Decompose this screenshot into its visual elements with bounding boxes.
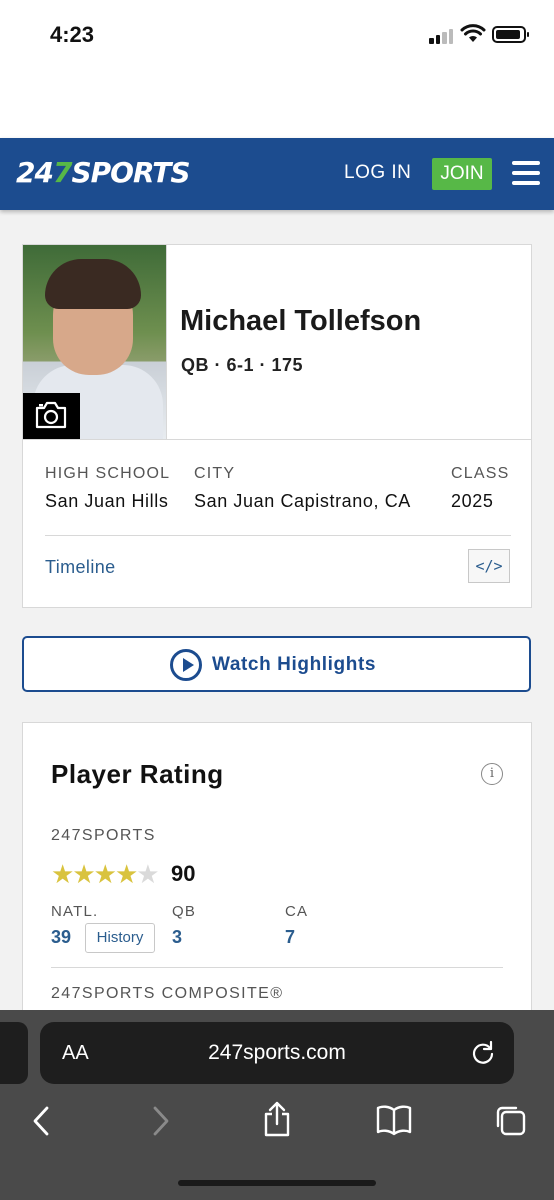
star-filled-icon: ★ bbox=[93, 859, 117, 889]
camera-icon bbox=[35, 401, 67, 429]
photo-divider bbox=[166, 245, 167, 439]
player-name: Michael Tollefson bbox=[180, 305, 422, 337]
star-empty-icon: ★ bbox=[136, 859, 159, 889]
player-photo[interactable] bbox=[23, 245, 166, 439]
player-position-height-weight: QB · 6-1 · 175 bbox=[181, 355, 304, 375]
bookmarks-icon[interactable] bbox=[376, 1104, 412, 1136]
class-label: CLASS bbox=[451, 465, 510, 482]
share-icon[interactable] bbox=[262, 1100, 292, 1138]
back-icon[interactable] bbox=[30, 1104, 52, 1138]
rank-state-label: CA bbox=[285, 903, 309, 920]
player-profile-card: Michael Tollefson QB · 6-1 · 175 HIGH SC… bbox=[22, 244, 532, 608]
city-label: CITY bbox=[194, 465, 236, 482]
logo-prefix: 24 bbox=[16, 156, 54, 189]
high-school-label: HIGH SCHOOL bbox=[45, 465, 171, 482]
site-logo[interactable]: 247SPORTS bbox=[16, 156, 191, 189]
play-icon bbox=[170, 649, 202, 681]
reload-icon[interactable] bbox=[470, 1040, 496, 1066]
rating-score: 90 bbox=[171, 861, 196, 886]
home-indicator bbox=[178, 1180, 376, 1186]
status-time: 4:23 bbox=[50, 22, 95, 47]
player-rating-card: Player Rating i 247SPORTS ★★★★★ 90 NATL.… bbox=[22, 722, 532, 1022]
divider bbox=[23, 439, 531, 440]
browser-toolbar: AA 247sports.com bbox=[0, 1010, 554, 1200]
city-value: San Juan Capistrano, CA bbox=[194, 491, 411, 511]
cellular-signal-icon bbox=[429, 28, 455, 44]
high-school-value[interactable]: San Juan Hills bbox=[45, 491, 168, 512]
top-spacer bbox=[0, 70, 554, 138]
embed-code-button[interactable]: </> bbox=[468, 549, 510, 583]
class-value: 2025 bbox=[451, 491, 494, 511]
url-text: 247sports.com bbox=[208, 1041, 346, 1064]
wifi-icon bbox=[460, 24, 486, 42]
previous-tab-preview[interactable] bbox=[0, 1022, 28, 1084]
battery-icon bbox=[492, 26, 529, 43]
timeline-link[interactable]: Timeline bbox=[45, 557, 116, 578]
rank-position-label: QB bbox=[172, 903, 197, 920]
menu-icon[interactable] bbox=[512, 160, 540, 186]
watch-highlights-button[interactable]: Watch Highlights bbox=[22, 636, 531, 692]
player-rating-title: Player Rating bbox=[51, 759, 224, 789]
rank-national-value[interactable]: 39 bbox=[51, 927, 71, 948]
status-bar: 4:23 bbox=[0, 0, 554, 70]
logo-seven: 7 bbox=[52, 156, 73, 189]
rank-position-value[interactable]: 3 bbox=[172, 927, 182, 948]
join-button[interactable]: JOIN bbox=[432, 158, 492, 190]
star-filled-icon: ★ bbox=[114, 859, 138, 889]
star-rating: ★★★★★ bbox=[51, 859, 160, 890]
login-link[interactable]: LOG IN bbox=[344, 162, 411, 184]
logo-suffix: SPORTS bbox=[71, 156, 190, 189]
history-button[interactable]: History bbox=[85, 923, 155, 953]
camera-button[interactable] bbox=[23, 393, 80, 439]
star-filled-icon: ★ bbox=[72, 859, 95, 889]
info-icon[interactable]: i bbox=[481, 763, 503, 785]
rating-source-label: 247SPORTS bbox=[51, 827, 156, 844]
composite-label: 247SPORTS COMPOSITE® bbox=[51, 985, 284, 1002]
address-bar[interactable]: AA 247sports.com bbox=[40, 1022, 514, 1084]
divider bbox=[51, 967, 503, 968]
photo-hair bbox=[45, 259, 141, 309]
forward-icon[interactable] bbox=[150, 1104, 172, 1138]
tabs-icon[interactable] bbox=[494, 1104, 528, 1138]
watch-highlights-label: Watch Highlights bbox=[212, 654, 377, 675]
rank-state-value[interactable]: 7 bbox=[285, 927, 295, 948]
rank-national-label: NATL. bbox=[51, 903, 99, 920]
site-header: 247SPORTS LOG IN JOIN bbox=[0, 138, 554, 210]
star-filled-icon: ★ bbox=[51, 859, 74, 889]
divider bbox=[45, 535, 511, 536]
